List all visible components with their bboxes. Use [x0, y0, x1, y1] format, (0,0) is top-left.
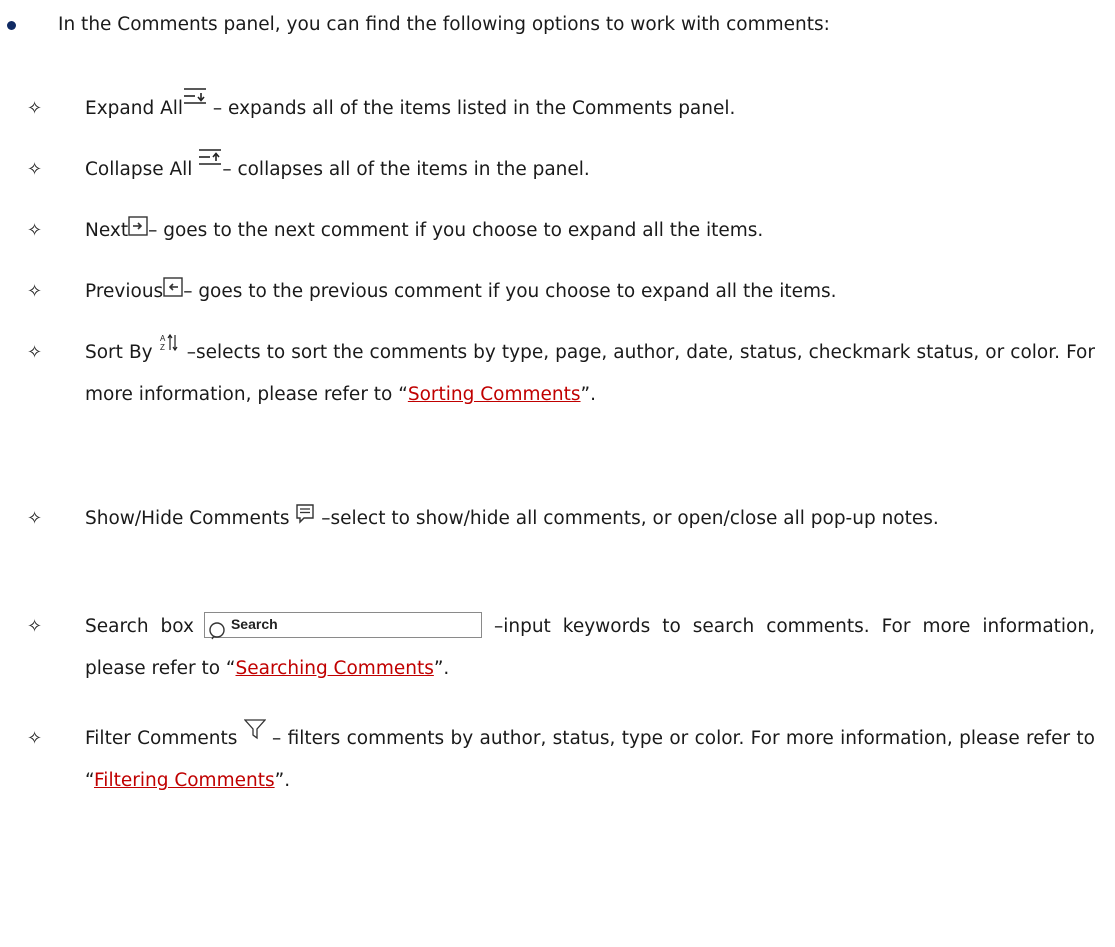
item-name: Filter Comments — [85, 728, 244, 749]
diamond-bullet-icon: ✧ — [27, 728, 43, 749]
comment-icon — [295, 503, 315, 525]
search-icon — [208, 615, 228, 657]
svg-text:Z: Z — [160, 343, 165, 352]
next-comment-icon — [128, 216, 148, 236]
item-after: ”. — [580, 384, 597, 405]
bullet-icon — [7, 21, 16, 30]
item-after: ”. — [433, 658, 450, 679]
item-name: Sort By — [85, 342, 159, 363]
collapse-all-icon — [198, 147, 222, 169]
item-desc: –select to show/hide all comments, or op… — [321, 508, 939, 529]
filter-icon — [243, 718, 266, 740]
diamond-bullet-icon: ✧ — [27, 98, 43, 119]
diamond-bullet-icon: ✧ — [27, 508, 43, 529]
sorting-comments-link[interactable]: Sorting Comments — [408, 384, 581, 405]
item-name: Previous — [85, 281, 164, 302]
diamond-bullet-icon: ✧ — [27, 616, 43, 637]
item-name: Expand All — [85, 98, 184, 119]
svg-text:A: A — [160, 334, 166, 343]
item-desc: – goes to the next comment if you choose… — [148, 220, 764, 241]
diamond-bullet-icon: ✧ — [27, 159, 43, 180]
diamond-bullet-icon: ✧ — [27, 220, 43, 241]
intro-text: In the Comments panel, you can find the … — [58, 14, 830, 35]
item-name: Search box — [85, 616, 194, 637]
filtering-comments-link[interactable]: Filtering Comments — [94, 770, 275, 791]
expand-all-icon — [183, 86, 207, 108]
item-after: ”. — [274, 770, 291, 791]
item-name: Collapse All — [85, 159, 199, 180]
item-name: Next — [85, 220, 129, 241]
search-input[interactable]: Search — [203, 612, 482, 640]
search-placeholder: Search — [230, 616, 278, 632]
item-name: Show/Hide Comments — [85, 508, 296, 529]
item-desc: – collapses all of the items in the pane… — [222, 159, 590, 180]
item-desc: – goes to the previous comment if you ch… — [183, 281, 837, 302]
sort-by-icon: A Z — [159, 333, 181, 353]
diamond-bullet-icon: ✧ — [27, 281, 43, 302]
item-desc: – expands all of the items listed in the… — [207, 98, 736, 119]
searching-comments-link[interactable]: Searching Comments — [236, 658, 434, 679]
diamond-bullet-icon: ✧ — [27, 342, 43, 363]
previous-comment-icon — [163, 277, 183, 297]
